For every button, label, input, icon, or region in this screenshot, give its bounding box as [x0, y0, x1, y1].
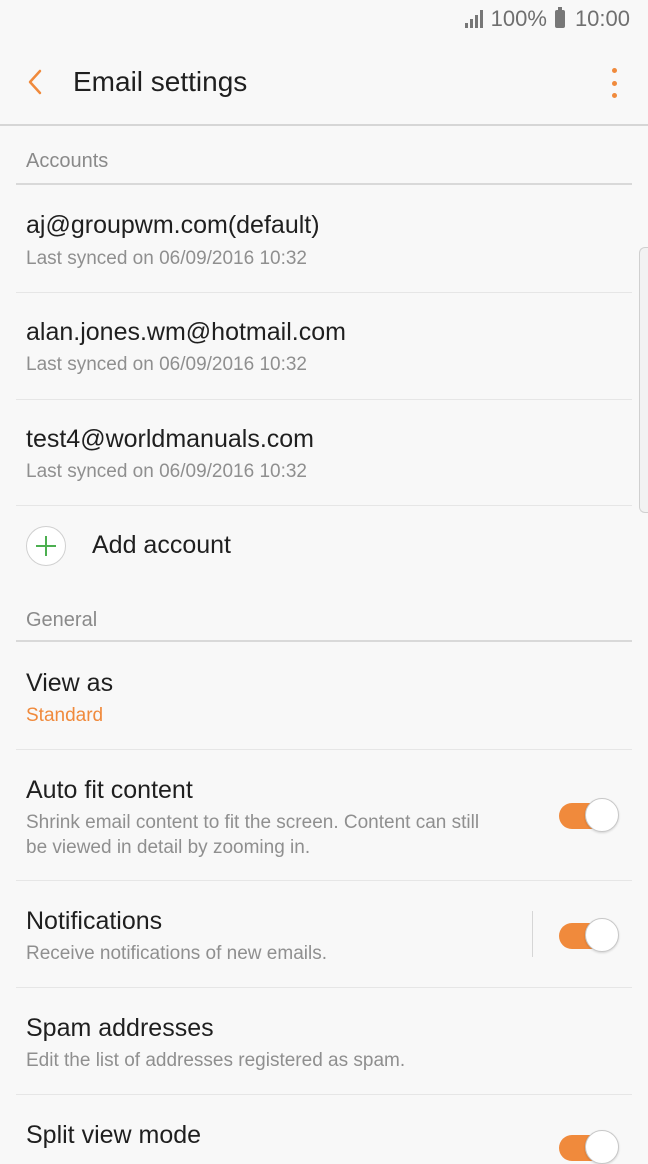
- auto-fit-label: Auto fit content: [26, 776, 193, 804]
- auto-fit-toggle[interactable]: [559, 798, 619, 832]
- back-button[interactable]: [18, 62, 58, 102]
- accounts-section: Accounts: [16, 150, 632, 185]
- account-sync-status: Last synced on 06/09/2016 10:32: [26, 248, 308, 269]
- add-icon: [26, 526, 66, 566]
- auto-fit-desc-line1: Shrink email content to fit the screen. …: [26, 812, 480, 833]
- page-title: Email settings: [73, 66, 248, 97]
- auto-fit-description: Shrink email content to fit the screen. …: [26, 810, 479, 860]
- app-bar: Email settings: [0, 40, 648, 126]
- notifications-label: Notifications: [26, 907, 163, 935]
- auto-fit-desc-line2: be viewed in detail by zooming in.: [26, 837, 311, 858]
- status-bar: 100% 10:00: [0, 0, 648, 40]
- account-sync-status: Last synced on 06/09/2016 10:32: [26, 354, 308, 375]
- account-item-2[interactable]: alan.jones.wm@hotmail.com Last synced on…: [16, 293, 632, 400]
- notifications-toggle[interactable]: [559, 918, 619, 952]
- clock: 10:00: [574, 6, 630, 31]
- account-email: aj@groupwm.com(default): [26, 211, 320, 239]
- account-sync-status: Last synced on 06/09/2016 10:32: [26, 461, 308, 482]
- account-item-3[interactable]: test4@worldmanuals.com Last synced on 06…: [16, 400, 632, 506]
- split-view-mode-setting[interactable]: Split view mode: [16, 1095, 632, 1164]
- divider: [532, 911, 533, 957]
- split-view-toggle[interactable]: [559, 1130, 619, 1164]
- notifications-description: Receive notifications of new emails.: [26, 943, 327, 964]
- battery-percent: 100%: [490, 6, 547, 31]
- chevron-left-icon: [28, 69, 42, 95]
- add-account-button[interactable]: Add account: [16, 506, 632, 586]
- accounts-header: Accounts: [16, 150, 632, 185]
- toggle-knob: [585, 918, 619, 952]
- toggle-knob: [585, 1130, 619, 1164]
- view-as-setting[interactable]: View as Standard: [16, 643, 632, 750]
- more-options-button[interactable]: [608, 68, 620, 98]
- general-header: General: [16, 609, 632, 642]
- scrollbar[interactable]: [639, 247, 648, 513]
- view-as-label: View as: [26, 669, 114, 697]
- add-account-label: Add account: [92, 531, 231, 559]
- status-right: 100% 10:00: [464, 6, 630, 32]
- more-options-icon: [611, 68, 617, 73]
- auto-fit-content-setting[interactable]: Auto fit content Shrink email content to…: [16, 750, 632, 881]
- spam-addresses-setting[interactable]: Spam addresses Edit the list of addresse…: [16, 988, 632, 1095]
- spam-addresses-label: Spam addresses: [26, 1014, 214, 1042]
- general-section: General: [16, 609, 632, 642]
- signal-icon: [464, 10, 483, 28]
- spam-addresses-description: Edit the list of addresses registered as…: [26, 1050, 406, 1071]
- account-email: test4@worldmanuals.com: [26, 425, 314, 453]
- notifications-setting[interactable]: Notifications Receive notifications of n…: [16, 881, 632, 988]
- account-email: alan.jones.wm@hotmail.com: [26, 318, 346, 346]
- split-view-label: Split view mode: [26, 1121, 202, 1149]
- battery-icon: [554, 7, 565, 28]
- toggle-knob: [585, 798, 619, 832]
- view-as-value: Standard: [26, 705, 104, 726]
- account-item-1[interactable]: aj@groupwm.com(default) Last synced on 0…: [16, 186, 632, 293]
